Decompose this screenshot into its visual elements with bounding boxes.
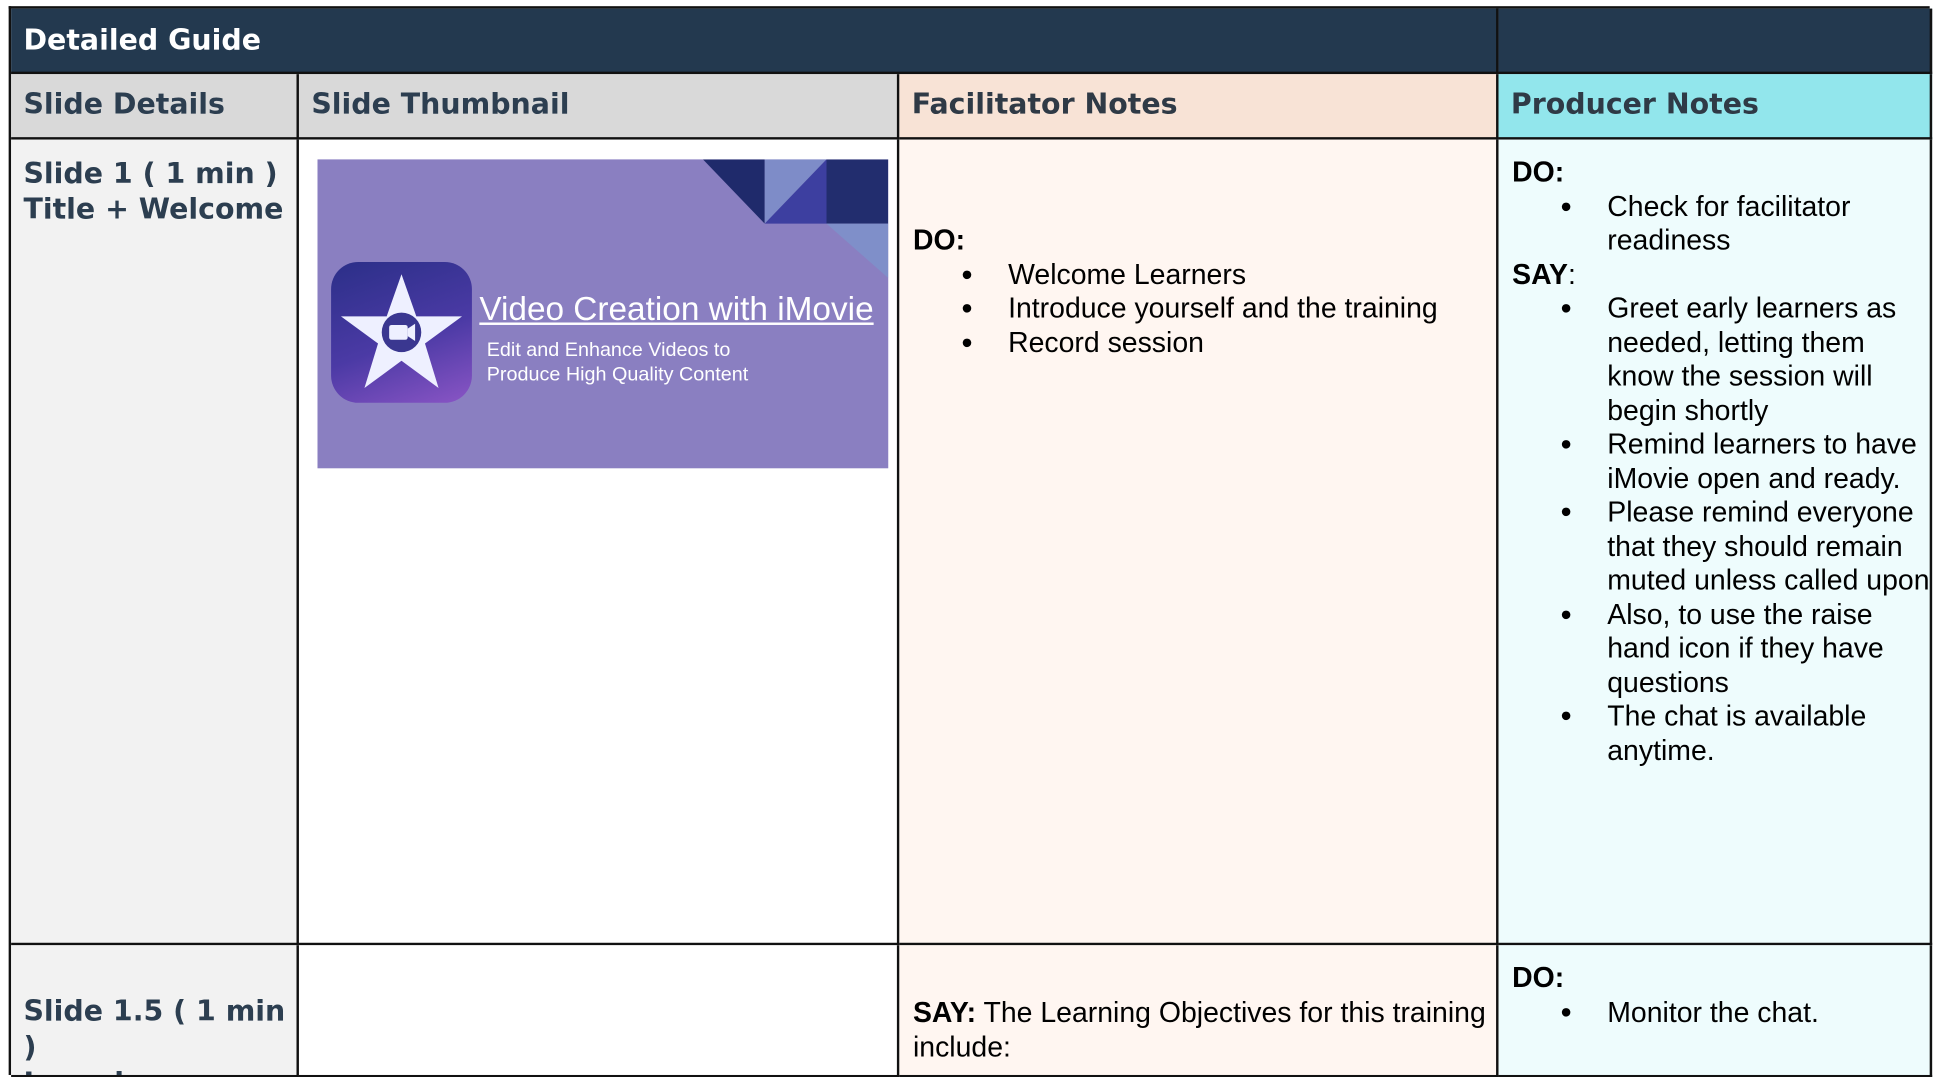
say-line: SAY: [1512, 258, 1930, 292]
say-list: Greet early learners as needed, letting … [1512, 292, 1930, 768]
slide-name: Learning [23, 1066, 296, 1075]
slide-thumbnail-cell [298, 945, 900, 1077]
do-label: DO: [912, 223, 966, 256]
imovie-star-icon [331, 261, 472, 403]
do-list: Welcome Learners Introduce yourself and … [913, 258, 1496, 360]
list-item: Welcome Learners [913, 258, 1496, 292]
facilitator-notes: DO: Welcome Learners Introduce yourself … [899, 140, 1496, 360]
producer-notes: DO: Monitor the chat. [1499, 945, 1930, 1029]
say-label: SAY [1512, 257, 1568, 290]
do-label: DO: [1512, 155, 1565, 188]
list-item: Greet early learners as needed, letting … [1512, 292, 1930, 428]
list-item: Remind learners to have iMovie open and … [1512, 428, 1930, 496]
producer-notes-cell: DO: Monitor the chat. [1498, 945, 1933, 1077]
list-item: Record session [913, 326, 1496, 360]
header-facilitator-notes: Facilitator Notes [899, 74, 1499, 140]
thumbnail-title: Video Creation with iMovie [479, 290, 874, 328]
say-colon: : [1567, 257, 1576, 290]
header-slide-thumbnail: Slide Thumbnail [298, 74, 900, 140]
slide-number: Slide 1 ( 1 min ) [23, 158, 278, 191]
list-item: The chat is available anytime. [1512, 699, 1930, 767]
list-item: Please remind everyone that they should … [1512, 495, 1930, 597]
facilitator-notes-cell: DO: Welcome Learners Introduce yourself … [899, 139, 1499, 946]
say-label: SAY: [912, 995, 977, 1029]
guide-table: Detailed Guide Slide Details Slide Thumb… [8, 6, 1933, 1077]
do-label: DO: [1512, 961, 1565, 994]
list-item: Monitor the chat. [1512, 995, 1930, 1029]
slide-label: Slide 1.5 ( 1 min ) Learning [11, 945, 296, 1075]
slide-thumbnail-cell: Video Creation with iMovie Edit and Enha… [298, 139, 900, 946]
table-title-filler [1498, 8, 1933, 75]
slide-number: Slide 1.5 ( 1 min ) [23, 995, 286, 1064]
header-slide-details: Slide Details [11, 74, 299, 140]
producer-notes: DO: Check for facilitator readiness SAY:… [1499, 140, 1930, 768]
slide-name: Title + Welcome [23, 193, 284, 227]
producer-notes-cell: DO: Check for facilitator readiness SAY:… [1498, 139, 1933, 946]
do-list: Check for facilitator readiness [1512, 190, 1930, 258]
facilitator-notes: SAY: The Learning Objectives for this tr… [899, 945, 1496, 1064]
list-item: Check for facilitator readiness [1512, 190, 1930, 258]
list-item: Also, to use the raise hand icon if they… [1512, 597, 1930, 699]
table-title: Detailed Guide [11, 8, 1499, 75]
say-text: The Learning Objectives for this trainin… [912, 995, 1486, 1062]
slide-details-cell: Slide 1 ( 1 min ) Title + Welcome [11, 139, 299, 946]
slide-details-cell: Slide 1.5 ( 1 min ) Learning [11, 945, 299, 1077]
list-item: Introduce yourself and the training [913, 292, 1496, 326]
slide-thumbnail[interactable]: Video Creation with iMovie Edit and Enha… [317, 159, 889, 469]
do-list: Monitor the chat. [1512, 995, 1930, 1029]
slide-label: Slide 1 ( 1 min ) Title + Welcome [11, 140, 296, 229]
facilitator-notes-cell: SAY: The Learning Objectives for this tr… [899, 945, 1499, 1077]
thumbnail-subtitle: Edit and Enhance Videos to Produce High … [486, 339, 749, 385]
header-producer-notes: Producer Notes [1498, 74, 1933, 140]
